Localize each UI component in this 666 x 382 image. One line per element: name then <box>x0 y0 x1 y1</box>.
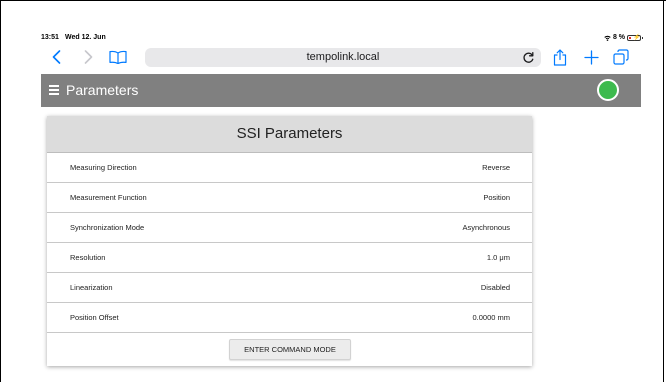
address-bar[interactable]: tempolink.local <box>145 48 541 67</box>
parameter-label: Linearization <box>70 283 113 292</box>
card-header: SSI Parameters <box>47 116 532 153</box>
url-text: tempolink.local <box>306 51 380 63</box>
parameter-label: Synchronization Mode <box>70 223 145 232</box>
parameter-value: Reverse <box>482 163 510 172</box>
parameter-label: Position Offset <box>70 313 119 322</box>
parameters-card: SSI Parameters Measuring Direction Rever… <box>47 116 532 366</box>
forward-icon <box>84 50 92 64</box>
status-date: Wed 12. Jun <box>65 34 106 41</box>
battery-icon: ⚡ <box>627 34 643 41</box>
screen-border-top <box>0 0 666 1</box>
status-time: 13:51 <box>41 34 59 41</box>
parameter-value: 0.0000 mm <box>472 313 510 322</box>
app-title: Parameters <box>66 82 139 98</box>
parameter-label: Measuring Direction <box>70 163 137 172</box>
enter-command-mode-button[interactable]: ENTER COMMAND MODE <box>229 339 351 360</box>
card-footer: ENTER COMMAND MODE <box>47 334 532 366</box>
parameter-label: Resolution <box>70 253 106 262</box>
tabs-button[interactable] <box>612 46 630 68</box>
parameter-row: Position Offset 0.0000 mm <box>47 303 532 333</box>
parameter-value: Asynchronous <box>462 223 510 232</box>
battery-percent: 8 % <box>612 34 625 41</box>
card-title: SSI Parameters <box>236 125 343 142</box>
share-icon <box>553 48 567 66</box>
back-icon <box>52 50 60 64</box>
tabs-icon <box>613 49 629 65</box>
reload-icon[interactable] <box>522 51 535 64</box>
parameter-value: Disabled <box>480 283 510 292</box>
bookmarks-button[interactable] <box>107 46 129 68</box>
connection-status-indicator <box>597 79 619 101</box>
bookmarks-icon <box>109 50 127 64</box>
parameter-row: Resolution 1.0 μm <box>47 243 532 273</box>
screen-border-right <box>663 0 664 382</box>
parameter-row: Measurement Function Position <box>47 183 532 213</box>
wifi-icon <box>604 35 611 41</box>
hamburger-menu-icon[interactable] <box>49 85 59 95</box>
app-bar: Parameters <box>41 74 641 107</box>
back-button[interactable] <box>47 46 65 68</box>
parameter-row: Linearization Disabled <box>47 273 532 303</box>
parameter-value: 1.0 μm <box>486 253 510 262</box>
forward-button[interactable] <box>79 46 97 68</box>
share-button[interactable] <box>551 46 569 68</box>
new-tab-button[interactable] <box>582 46 600 68</box>
browser-toolbar: tempolink.local <box>41 46 641 68</box>
parameter-row: Synchronization Mode Asynchronous <box>47 213 532 243</box>
status-bar: 13:51 Wed 12. Jun 8 % ⚡ <box>41 34 643 44</box>
new-tab-icon <box>583 49 599 65</box>
parameter-row: Measuring Direction Reverse <box>47 153 532 183</box>
screen-border-left <box>0 0 1 382</box>
status-right: 8 % ⚡ <box>604 34 643 41</box>
parameter-value: Position <box>483 193 510 202</box>
parameter-label: Measurement Function <box>70 193 147 202</box>
